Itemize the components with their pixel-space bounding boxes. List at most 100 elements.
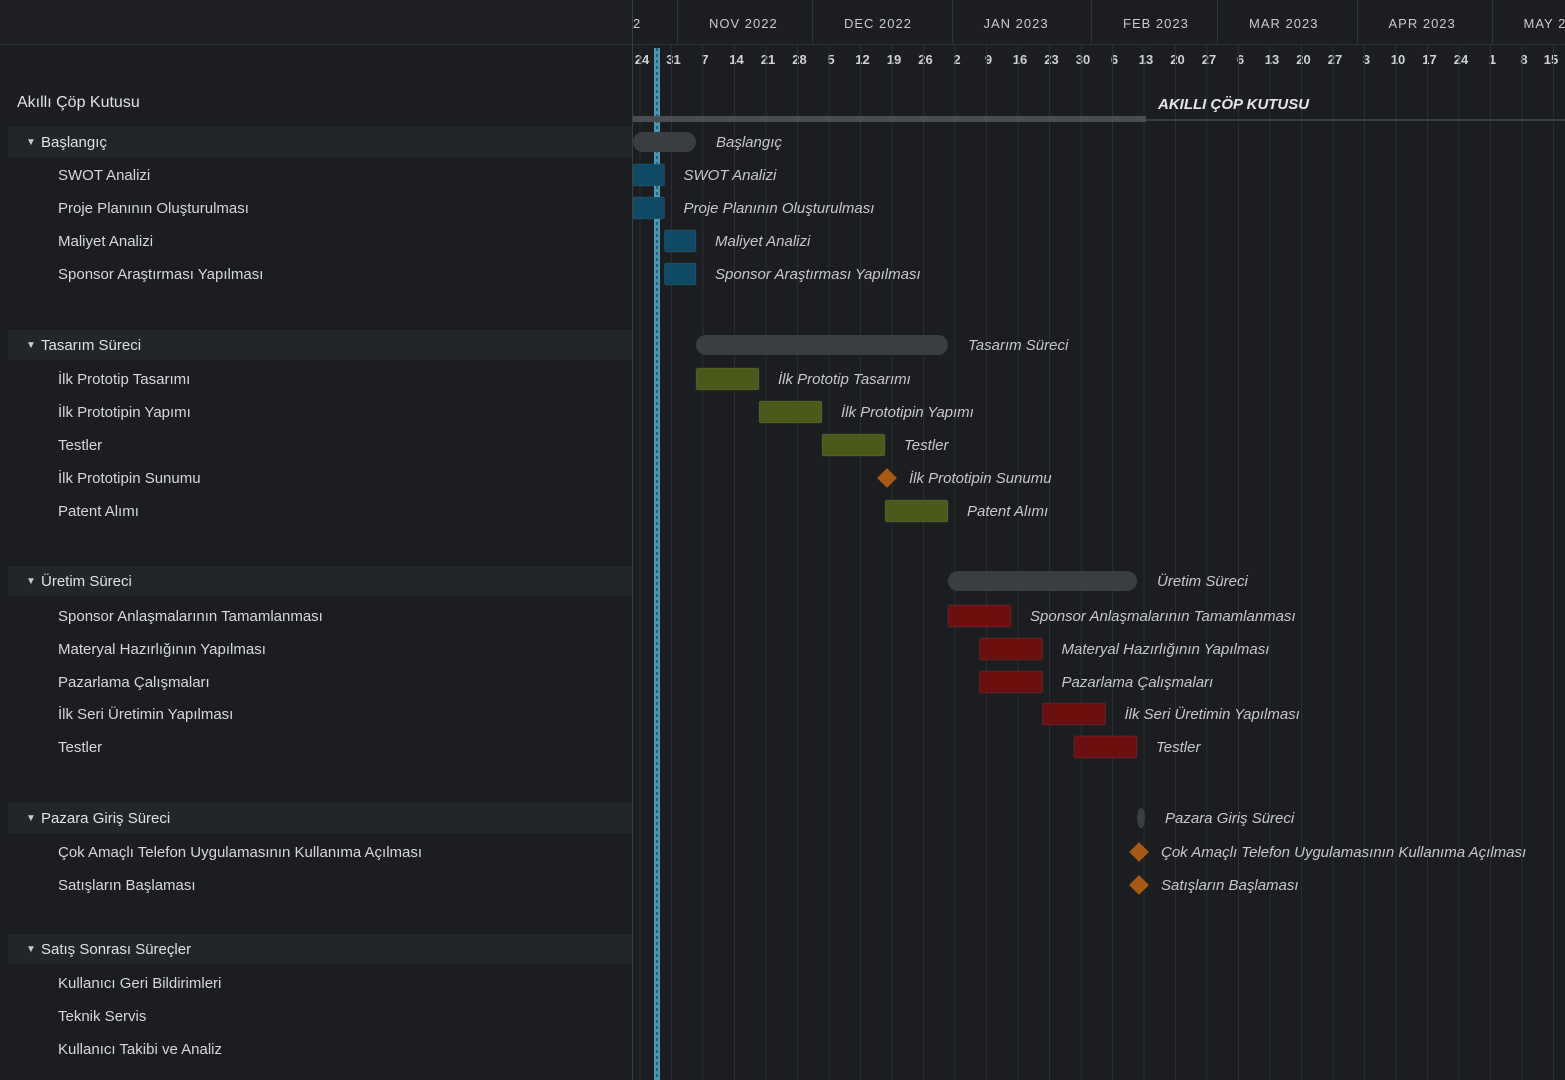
task-label: Testler: [58, 738, 103, 756]
task-bar[interactable]: [1042, 702, 1106, 726]
task-bar-label: Materyal Hazırlığının Yapılması: [1062, 641, 1270, 658]
group-bar-label: Başlangıç: [716, 134, 782, 151]
group-label: Tasarım Süreci: [41, 336, 142, 354]
task-label: İlk Seri Üretimin Yapılması: [58, 705, 234, 723]
collapse-caret-icon[interactable]: ▼: [26, 576, 38, 587]
gantt-app: Akıllı Çöp Kutusu ▼ Başlangıç SWOT Analizi…: [0, 0, 1565, 1080]
task-bar-label: Proje Planının Oluşturulması: [684, 200, 875, 217]
task-label: Çok Amaçlı Telefon Uygulamasının Kullanı…: [58, 843, 423, 861]
task-bar[interactable]: [947, 604, 1012, 628]
task-row[interactable]: Satışların Başlaması: [8, 870, 632, 900]
task-bar-label: Maliyet Analizi: [715, 233, 811, 250]
task-list-panel: Akıllı Çöp Kutusu ▼ Başlangıç SWOT Analizi…: [0, 45, 632, 1080]
task-bar-label: Patent Alımı: [967, 503, 1048, 520]
task-row[interactable]: Testler: [8, 732, 632, 762]
task-bar-label: İlk Seri Üretimin Yapılması: [1125, 705, 1300, 723]
task-row[interactable]: İlk Prototip Tasarımı: [8, 364, 632, 394]
task-label: İlk Prototipin Yapımı: [58, 403, 191, 421]
task-label: Testler: [58, 436, 103, 454]
task-bar[interactable]: [1073, 735, 1138, 759]
task-label: Maliyet Analizi: [58, 232, 154, 250]
group-row[interactable]: ▼ Tasarım Süreci: [8, 330, 632, 360]
task-bar-label: Testler: [1156, 739, 1201, 756]
task-bar[interactable]: [979, 670, 1043, 694]
task-label: Patent Alımı: [58, 502, 139, 520]
task-row[interactable]: Pazarlama Çalışmaları: [8, 667, 632, 697]
task-label: Satışların Başlaması: [58, 876, 196, 894]
group-summary-bar[interactable]: [696, 335, 948, 355]
task-row[interactable]: Çok Amaçlı Telefon Uygulamasının Kullanı…: [8, 837, 632, 867]
group-row[interactable]: ▼ Pazara Giriş Süreci: [8, 803, 632, 833]
group-bar-label: Tasarım Süreci: [968, 337, 1069, 354]
task-bar-label: SWOT Analizi: [684, 167, 777, 184]
collapse-caret-icon[interactable]: ▼: [26, 813, 38, 824]
task-row[interactable]: İlk Prototipin Sunumu: [8, 463, 632, 493]
task-bar-label: Pazarlama Çalışmaları: [1062, 674, 1214, 691]
task-bar[interactable]: [664, 262, 697, 286]
task-row[interactable]: SWOT Analizi: [8, 160, 632, 190]
group-row[interactable]: ▼ Başlangıç: [8, 127, 632, 157]
task-bar-label: Testler: [904, 437, 949, 454]
task-bar[interactable]: [979, 637, 1043, 661]
task-bar[interactable]: [884, 499, 949, 523]
task-row[interactable]: Sponsor Araştırması Yapılması: [8, 259, 632, 289]
collapse-caret-icon[interactable]: ▼: [26, 340, 38, 351]
milestone-label: İlk Prototipin Sunumu: [909, 470, 1052, 487]
task-label: Pazarlama Çalışmaları: [58, 673, 210, 691]
milestone-diamond[interactable]: [1129, 842, 1149, 862]
task-row[interactable]: İlk Seri Üretimin Yapılması: [8, 699, 632, 729]
project-summary-bar[interactable]: [633, 116, 1146, 122]
task-row[interactable]: Testler: [8, 430, 632, 460]
group-summary-bar[interactable]: [633, 132, 696, 152]
group-bar-label: Pazara Giriş Süreci: [1165, 810, 1295, 827]
group-row[interactable]: ▼ Üretim Süreci: [8, 566, 632, 596]
task-bar-label: Sponsor Araştırması Yapılması: [715, 266, 921, 283]
milestone-diamond[interactable]: [1129, 875, 1149, 895]
task-bar[interactable]: [633, 196, 665, 220]
collapse-caret-icon[interactable]: ▼: [26, 137, 38, 148]
task-bar-label: İlk Prototipin Yapımı: [841, 404, 974, 421]
task-label: Proje Planının Oluşturulması: [58, 199, 249, 217]
task-label: İlk Prototip Tasarımı: [58, 370, 191, 388]
task-row[interactable]: Kullanıcı Geri Bildirimleri: [8, 968, 632, 998]
task-list-header: [0, 0, 632, 45]
task-bar[interactable]: [695, 367, 760, 391]
task-label: Materyal Hazırlığının Yapılması: [58, 640, 266, 658]
group-bar-label: Üretim Süreci: [1157, 572, 1249, 590]
task-bar[interactable]: [633, 163, 665, 187]
project-name: Akıllı Çöp Kutusu: [17, 94, 140, 111]
task-label: Teknik Servis: [58, 1007, 147, 1025]
task-row[interactable]: Materyal Hazırlığının Yapılması: [8, 634, 632, 664]
task-row[interactable]: İlk Prototipin Yapımı: [8, 397, 632, 427]
group-label: Üretim Süreci: [41, 572, 132, 590]
task-label: İlk Prototipin Sunumu: [58, 469, 201, 487]
task-label: Sponsor Araştırması Yapılması: [58, 265, 264, 283]
task-bar[interactable]: [758, 400, 823, 424]
group-summary-bar[interactable]: [1137, 808, 1145, 828]
task-label: SWOT Analizi: [58, 166, 151, 184]
milestone-diamond[interactable]: [877, 468, 897, 488]
collapse-caret-icon[interactable]: ▼: [26, 944, 38, 955]
project-row[interactable]: Akıllı Çöp Kutusu: [8, 88, 632, 118]
task-label: Sponsor Anlaşmalarının Tamamlanması: [58, 607, 323, 625]
task-row[interactable]: Kullanıcı Takibi ve Analiz: [8, 1034, 632, 1064]
task-label: Kullanıcı Takibi ve Analiz: [58, 1040, 222, 1058]
gantt-timeline: 2 NOV 2022 DEC 2022 JAN 2023 FEB 2023 MAR 202…: [633, 0, 1565, 1080]
group-label: Satış Sonrası Süreçler: [41, 940, 192, 958]
task-bar[interactable]: [821, 433, 886, 457]
task-row[interactable]: Maliyet Analizi: [8, 226, 632, 256]
task-bar-label: Sponsor Anlaşmalarının Tamamlanması: [1030, 608, 1296, 625]
task-label: Kullanıcı Geri Bildirimleri: [58, 974, 222, 992]
task-row[interactable]: Patent Alımı: [8, 496, 632, 526]
milestone-label: Çok Amaçlı Telefon Uygulamasının Kullanı…: [1161, 844, 1526, 861]
task-row[interactable]: Sponsor Anlaşmalarının Tamamlanması: [8, 601, 632, 631]
milestone-label: Satışların Başlaması: [1161, 877, 1299, 894]
task-bar[interactable]: [664, 229, 697, 253]
task-row[interactable]: Proje Planının Oluşturulması: [8, 193, 632, 223]
group-row[interactable]: ▼ Satış Sonrası Süreçler: [8, 934, 632, 964]
group-label: Başlangıç: [41, 133, 107, 151]
project-bar-label: AKILLI ÇÖP KUTUSU: [1157, 96, 1310, 113]
task-row[interactable]: Teknik Servis: [8, 1001, 632, 1031]
gantt-chart: AKILLI ÇÖP KUTUSU Başlangıç SWOT Analizi Pr…: [633, 44, 1565, 1080]
group-summary-bar[interactable]: [948, 571, 1137, 591]
